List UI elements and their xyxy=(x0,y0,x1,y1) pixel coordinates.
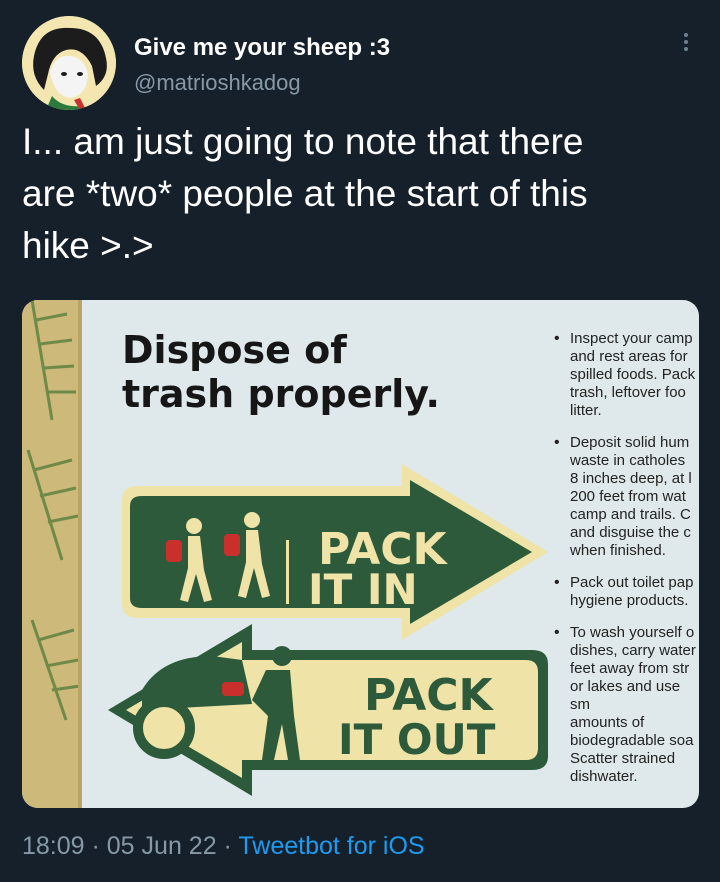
separator: · xyxy=(216,832,239,860)
author-names: Give me your sheep :3 @matrioshkadog xyxy=(134,34,390,96)
display-name[interactable]: Give me your sheep :3 xyxy=(134,34,390,62)
tweet-meta: 18:09 · 05 Jun 22 · Tweetbot for iOS xyxy=(22,832,425,861)
tweet-photo[interactable]: Dispose of trash properly. PACK IT IN PA… xyxy=(22,300,699,808)
list-item: Pack out toilet pap hygiene products. xyxy=(554,574,699,610)
list-item: Inspect your camp and rest areas for spi… xyxy=(554,330,699,420)
sign-title-line1: Dispose of xyxy=(122,328,347,372)
sign-title: Dispose of trash properly. xyxy=(122,328,440,416)
sign-bullet-list: Inspect your camp and rest areas for spi… xyxy=(554,330,699,800)
tweet-text: I... am just going to note that there ar… xyxy=(22,121,588,266)
user-handle[interactable]: @matrioshkadog xyxy=(134,70,390,96)
tweet-header: Give me your sheep :3 @matrioshkadog xyxy=(22,16,698,112)
tweet-time[interactable]: 18:09 xyxy=(22,832,85,860)
pack-out-line2: IT OUT xyxy=(338,715,496,764)
sign-arrows: PACK IT IN PACK IT OUT xyxy=(108,464,548,796)
sign-title-line2: trash properly. xyxy=(122,372,440,416)
separator: · xyxy=(84,832,107,860)
more-options-icon[interactable] xyxy=(680,30,692,60)
pack-out-line1: PACK xyxy=(364,670,495,721)
avatar[interactable] xyxy=(22,16,116,110)
fern-icon xyxy=(22,300,82,808)
tweet-source[interactable]: Tweetbot for iOS xyxy=(238,832,424,860)
pack-in-line2: IT IN xyxy=(308,565,418,614)
list-item: Deposit solid hum waste in catholes 8 in… xyxy=(554,434,699,560)
list-item: To wash yourself o dishes, carry water f… xyxy=(554,624,699,786)
tweet-date[interactable]: 05 Jun 22 xyxy=(107,832,217,860)
